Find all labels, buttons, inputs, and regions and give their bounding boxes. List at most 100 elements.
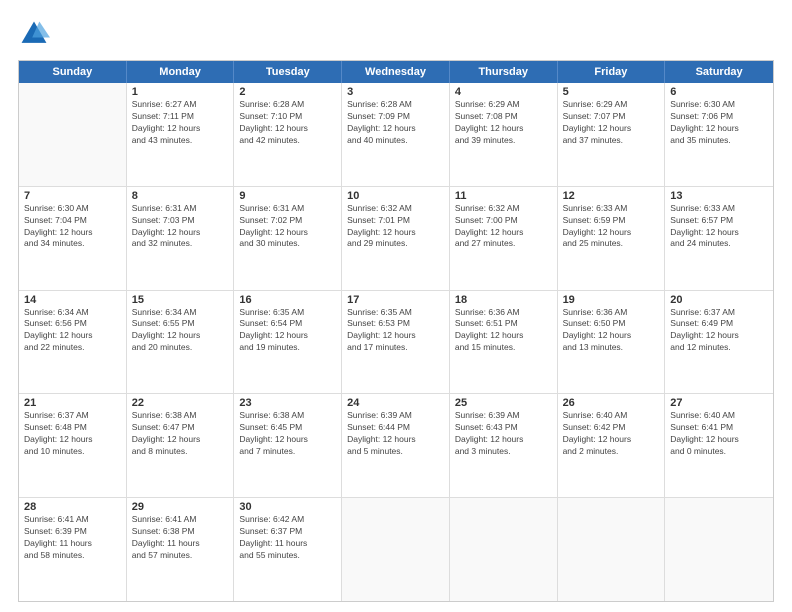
day-info: Sunrise: 6:29 AM Sunset: 7:07 PM Dayligh… (563, 99, 660, 147)
day-info: Sunrise: 6:38 AM Sunset: 6:47 PM Dayligh… (132, 410, 229, 458)
calendar-week-1: 1Sunrise: 6:27 AM Sunset: 7:11 PM Daylig… (19, 83, 773, 187)
day-number: 5 (563, 86, 660, 98)
weekday-header-sunday: Sunday (19, 61, 127, 83)
day-info: Sunrise: 6:39 AM Sunset: 6:43 PM Dayligh… (455, 410, 552, 458)
logo-icon (18, 18, 50, 50)
day-info: Sunrise: 6:36 AM Sunset: 6:50 PM Dayligh… (563, 307, 660, 355)
calendar-day-24: 24Sunrise: 6:39 AM Sunset: 6:44 PM Dayli… (342, 394, 450, 497)
weekday-header-tuesday: Tuesday (234, 61, 342, 83)
calendar-empty-cell (19, 83, 127, 186)
calendar-empty-cell (450, 498, 558, 601)
day-info: Sunrise: 6:37 AM Sunset: 6:49 PM Dayligh… (670, 307, 768, 355)
calendar-day-3: 3Sunrise: 6:28 AM Sunset: 7:09 PM Daylig… (342, 83, 450, 186)
calendar: SundayMondayTuesdayWednesdayThursdayFrid… (18, 60, 774, 602)
day-info: Sunrise: 6:30 AM Sunset: 7:06 PM Dayligh… (670, 99, 768, 147)
day-number: 22 (132, 397, 229, 409)
day-info: Sunrise: 6:42 AM Sunset: 6:37 PM Dayligh… (239, 514, 336, 562)
day-number: 8 (132, 190, 229, 202)
calendar-day-1: 1Sunrise: 6:27 AM Sunset: 7:11 PM Daylig… (127, 83, 235, 186)
calendar-header: SundayMondayTuesdayWednesdayThursdayFrid… (19, 61, 773, 83)
calendar-week-4: 21Sunrise: 6:37 AM Sunset: 6:48 PM Dayli… (19, 394, 773, 498)
day-number: 12 (563, 190, 660, 202)
calendar-day-19: 19Sunrise: 6:36 AM Sunset: 6:50 PM Dayli… (558, 291, 666, 394)
logo (18, 18, 54, 50)
day-info: Sunrise: 6:34 AM Sunset: 6:55 PM Dayligh… (132, 307, 229, 355)
calendar-day-7: 7Sunrise: 6:30 AM Sunset: 7:04 PM Daylig… (19, 187, 127, 290)
calendar-empty-cell (342, 498, 450, 601)
day-number: 21 (24, 397, 121, 409)
calendar-day-13: 13Sunrise: 6:33 AM Sunset: 6:57 PM Dayli… (665, 187, 773, 290)
day-info: Sunrise: 6:33 AM Sunset: 6:57 PM Dayligh… (670, 203, 768, 251)
calendar-day-16: 16Sunrise: 6:35 AM Sunset: 6:54 PM Dayli… (234, 291, 342, 394)
day-number: 18 (455, 294, 552, 306)
calendar-day-10: 10Sunrise: 6:32 AM Sunset: 7:01 PM Dayli… (342, 187, 450, 290)
day-number: 16 (239, 294, 336, 306)
day-info: Sunrise: 6:32 AM Sunset: 7:00 PM Dayligh… (455, 203, 552, 251)
day-info: Sunrise: 6:33 AM Sunset: 6:59 PM Dayligh… (563, 203, 660, 251)
calendar-empty-cell (558, 498, 666, 601)
calendar-empty-cell (665, 498, 773, 601)
day-info: Sunrise: 6:31 AM Sunset: 7:03 PM Dayligh… (132, 203, 229, 251)
day-info: Sunrise: 6:41 AM Sunset: 6:39 PM Dayligh… (24, 514, 121, 562)
calendar-day-27: 27Sunrise: 6:40 AM Sunset: 6:41 PM Dayli… (665, 394, 773, 497)
calendar-day-28: 28Sunrise: 6:41 AM Sunset: 6:39 PM Dayli… (19, 498, 127, 601)
day-number: 24 (347, 397, 444, 409)
calendar-day-6: 6Sunrise: 6:30 AM Sunset: 7:06 PM Daylig… (665, 83, 773, 186)
day-info: Sunrise: 6:35 AM Sunset: 6:53 PM Dayligh… (347, 307, 444, 355)
calendar-body: 1Sunrise: 6:27 AM Sunset: 7:11 PM Daylig… (19, 83, 773, 601)
day-info: Sunrise: 6:29 AM Sunset: 7:08 PM Dayligh… (455, 99, 552, 147)
day-number: 14 (24, 294, 121, 306)
calendar-day-23: 23Sunrise: 6:38 AM Sunset: 6:45 PM Dayli… (234, 394, 342, 497)
day-number: 23 (239, 397, 336, 409)
day-number: 29 (132, 501, 229, 513)
calendar-day-30: 30Sunrise: 6:42 AM Sunset: 6:37 PM Dayli… (234, 498, 342, 601)
day-number: 15 (132, 294, 229, 306)
calendar-day-18: 18Sunrise: 6:36 AM Sunset: 6:51 PM Dayli… (450, 291, 558, 394)
day-number: 13 (670, 190, 768, 202)
calendar-day-17: 17Sunrise: 6:35 AM Sunset: 6:53 PM Dayli… (342, 291, 450, 394)
calendar-day-25: 25Sunrise: 6:39 AM Sunset: 6:43 PM Dayli… (450, 394, 558, 497)
day-info: Sunrise: 6:32 AM Sunset: 7:01 PM Dayligh… (347, 203, 444, 251)
day-number: 2 (239, 86, 336, 98)
day-number: 17 (347, 294, 444, 306)
day-number: 1 (132, 86, 229, 98)
day-number: 6 (670, 86, 768, 98)
day-number: 10 (347, 190, 444, 202)
day-info: Sunrise: 6:38 AM Sunset: 6:45 PM Dayligh… (239, 410, 336, 458)
calendar-day-20: 20Sunrise: 6:37 AM Sunset: 6:49 PM Dayli… (665, 291, 773, 394)
day-info: Sunrise: 6:27 AM Sunset: 7:11 PM Dayligh… (132, 99, 229, 147)
day-number: 30 (239, 501, 336, 513)
day-number: 28 (24, 501, 121, 513)
calendar-day-21: 21Sunrise: 6:37 AM Sunset: 6:48 PM Dayli… (19, 394, 127, 497)
weekday-header-thursday: Thursday (450, 61, 558, 83)
day-info: Sunrise: 6:31 AM Sunset: 7:02 PM Dayligh… (239, 203, 336, 251)
day-info: Sunrise: 6:37 AM Sunset: 6:48 PM Dayligh… (24, 410, 121, 458)
day-info: Sunrise: 6:39 AM Sunset: 6:44 PM Dayligh… (347, 410, 444, 458)
calendar-day-29: 29Sunrise: 6:41 AM Sunset: 6:38 PM Dayli… (127, 498, 235, 601)
calendar-day-8: 8Sunrise: 6:31 AM Sunset: 7:03 PM Daylig… (127, 187, 235, 290)
calendar-week-3: 14Sunrise: 6:34 AM Sunset: 6:56 PM Dayli… (19, 291, 773, 395)
calendar-day-12: 12Sunrise: 6:33 AM Sunset: 6:59 PM Dayli… (558, 187, 666, 290)
day-number: 9 (239, 190, 336, 202)
calendar-day-22: 22Sunrise: 6:38 AM Sunset: 6:47 PM Dayli… (127, 394, 235, 497)
day-info: Sunrise: 6:36 AM Sunset: 6:51 PM Dayligh… (455, 307, 552, 355)
calendar-day-2: 2Sunrise: 6:28 AM Sunset: 7:10 PM Daylig… (234, 83, 342, 186)
day-number: 27 (670, 397, 768, 409)
day-number: 25 (455, 397, 552, 409)
day-number: 7 (24, 190, 121, 202)
weekday-header-monday: Monday (127, 61, 235, 83)
weekday-header-friday: Friday (558, 61, 666, 83)
day-number: 4 (455, 86, 552, 98)
calendar-day-15: 15Sunrise: 6:34 AM Sunset: 6:55 PM Dayli… (127, 291, 235, 394)
calendar-day-9: 9Sunrise: 6:31 AM Sunset: 7:02 PM Daylig… (234, 187, 342, 290)
day-info: Sunrise: 6:41 AM Sunset: 6:38 PM Dayligh… (132, 514, 229, 562)
day-info: Sunrise: 6:40 AM Sunset: 6:41 PM Dayligh… (670, 410, 768, 458)
calendar-day-5: 5Sunrise: 6:29 AM Sunset: 7:07 PM Daylig… (558, 83, 666, 186)
calendar-day-11: 11Sunrise: 6:32 AM Sunset: 7:00 PM Dayli… (450, 187, 558, 290)
day-info: Sunrise: 6:34 AM Sunset: 6:56 PM Dayligh… (24, 307, 121, 355)
calendar-day-14: 14Sunrise: 6:34 AM Sunset: 6:56 PM Dayli… (19, 291, 127, 394)
day-info: Sunrise: 6:40 AM Sunset: 6:42 PM Dayligh… (563, 410, 660, 458)
day-number: 11 (455, 190, 552, 202)
day-info: Sunrise: 6:30 AM Sunset: 7:04 PM Dayligh… (24, 203, 121, 251)
weekday-header-wednesday: Wednesday (342, 61, 450, 83)
